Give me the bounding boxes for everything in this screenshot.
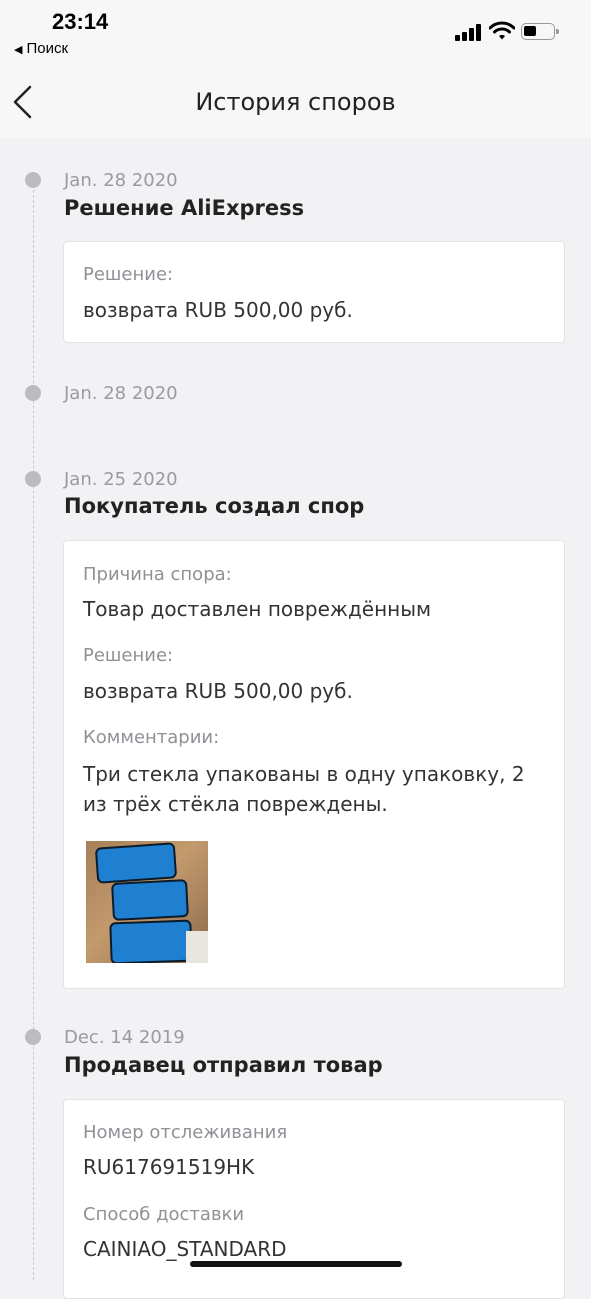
battery-icon <box>521 23 559 40</box>
photo-thumbnail[interactable] <box>86 841 208 963</box>
field-value: возврата RUB 500,00 руб. <box>83 298 353 322</box>
event-card: Номер отслеживания RU617691519HK Способ … <box>63 1099 565 1299</box>
status-time: 23:14 <box>52 9 109 34</box>
event-date: Jan. 25 2020 <box>64 469 178 490</box>
timeline-dot <box>25 471 41 487</box>
timeline-line <box>33 180 34 1280</box>
field-label: Причина спора: <box>83 564 232 585</box>
event-date: Dec. 14 2019 <box>64 1027 185 1048</box>
event-title: Продавец отправил товар <box>64 1053 383 1077</box>
field-value: возврата RUB 500,00 руб. <box>83 679 353 703</box>
nav-bar: История споров <box>0 66 591 138</box>
page-title: История споров <box>195 88 396 116</box>
back-to-app-link[interactable]: ◀ Поиск <box>14 40 68 57</box>
event-card: Причина спора: Товар доставлен повреждён… <box>63 540 565 989</box>
event-card: Решение: возврата RUB 500,00 руб. <box>63 241 565 343</box>
back-to-app-label: Поиск <box>26 40 69 57</box>
tracking-number: RU617691519HK <box>83 1155 255 1179</box>
event-title: Покупатель создал спор <box>64 494 365 518</box>
status-bar: 23:14 ◀ Поиск <box>0 0 591 66</box>
comment-line: из трёх стёкла повреждены. <box>83 792 388 816</box>
home-indicator[interactable] <box>190 1261 402 1267</box>
timeline-dot <box>25 385 41 401</box>
field-label: Номер отслеживания <box>83 1122 288 1143</box>
back-triangle-icon: ◀ <box>14 44 23 56</box>
field-label: Решение: <box>83 264 174 285</box>
field-value: Товар доставлен повреждённым <box>83 597 432 621</box>
wifi-icon <box>489 21 515 40</box>
comment-line: Три стекла упакованы в одну упаковку, 2 <box>83 762 525 786</box>
cellular-signal-icon <box>455 24 483 41</box>
event-date: Jan. 28 2020 <box>64 170 178 191</box>
timeline-dot <box>25 1029 41 1045</box>
event-title: Решение AliExpress <box>64 196 305 220</box>
field-label: Комментарии: <box>83 727 220 748</box>
shipping-method: CAINIAO_STANDARD <box>83 1237 287 1261</box>
field-label: Способ доставки <box>83 1204 245 1225</box>
event-date: Jan. 28 2020 <box>64 383 178 404</box>
field-label: Решение: <box>83 645 174 666</box>
timeline-dot <box>25 172 41 188</box>
